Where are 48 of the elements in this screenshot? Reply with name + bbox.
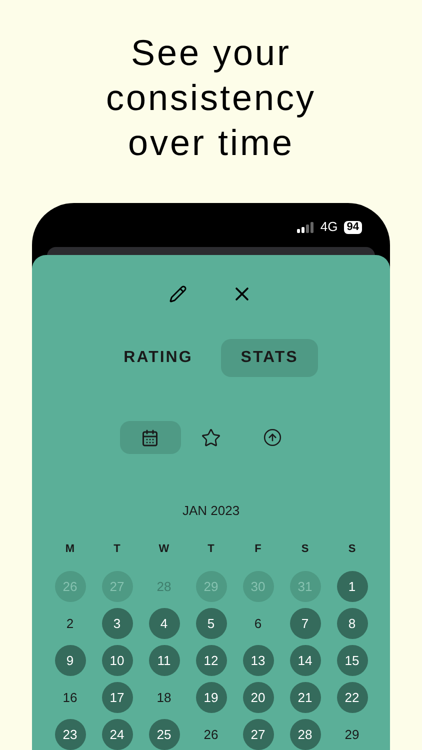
calendar-day[interactable]: 23 bbox=[54, 719, 86, 750]
weekday-label: M bbox=[65, 542, 75, 556]
weekday-label: W bbox=[158, 542, 170, 556]
calendar-day[interactable]: 13 bbox=[242, 645, 274, 676]
month-title: JAN 2023 bbox=[182, 502, 240, 520]
calendar-icon bbox=[141, 428, 159, 446]
calendar-day[interactable]: 15 bbox=[336, 645, 368, 676]
weekday-label: F bbox=[254, 542, 262, 556]
calendar-day[interactable]: 18 bbox=[148, 682, 180, 713]
arrow-up-circle-icon bbox=[262, 428, 282, 447]
headline: See your consistency over time bbox=[104, 31, 318, 165]
calendar-day[interactable]: 22 bbox=[336, 682, 368, 713]
calendar-day[interactable]: 21 bbox=[290, 682, 320, 713]
calendar-day[interactable]: 19 bbox=[196, 682, 226, 713]
calendar-day[interactable]: 3 bbox=[102, 608, 132, 639]
calendar-day[interactable]: 27 bbox=[242, 719, 274, 750]
weekday-label: T bbox=[208, 542, 214, 556]
calendar-day[interactable]: 14 bbox=[290, 645, 320, 676]
tab[interactable]: RATING bbox=[104, 339, 213, 377]
calendar-day[interactable]: 4 bbox=[148, 608, 180, 639]
weekday-label: T bbox=[114, 542, 120, 556]
calendar-day[interactable]: 1 bbox=[336, 571, 368, 602]
calendar-day[interactable]: 28 bbox=[290, 719, 320, 750]
weekday-label: S bbox=[348, 542, 356, 556]
calendar-day[interactable]: 24 bbox=[102, 719, 132, 750]
calendar-day[interactable]: 16 bbox=[54, 682, 86, 713]
calendar-day[interactable]: 12 bbox=[196, 645, 226, 676]
calendar-day[interactable]: 6 bbox=[242, 608, 274, 639]
calendar-day[interactable]: 5 bbox=[196, 608, 226, 639]
view-tab[interactable] bbox=[120, 421, 180, 454]
calendar-day[interactable]: 8 bbox=[336, 608, 368, 639]
star-icon bbox=[201, 428, 221, 448]
calendar-day[interactable]: 26 bbox=[196, 719, 226, 750]
calendar-day[interactable]: 11 bbox=[148, 645, 180, 676]
calendar-day[interactable]: 7 bbox=[290, 608, 320, 639]
calendar-day[interactable]: 9 bbox=[54, 645, 86, 676]
tab[interactable]: STATS bbox=[220, 339, 318, 377]
network-label: 4G bbox=[320, 218, 338, 236]
calendar-day[interactable]: 10 bbox=[102, 645, 132, 676]
battery-indicator: 94 bbox=[344, 220, 362, 234]
calendar-day[interactable]: 25 bbox=[148, 719, 180, 750]
signal-icon bbox=[297, 222, 314, 232]
calendar-day[interactable]: 20 bbox=[242, 682, 274, 713]
calendar-day[interactable]: 17 bbox=[102, 682, 132, 713]
calendar-day[interactable]: 29 bbox=[336, 719, 368, 750]
weekday-label: S bbox=[301, 542, 309, 556]
pencil-icon bbox=[169, 285, 187, 303]
calendar-day[interactable]: 2 bbox=[54, 608, 86, 639]
